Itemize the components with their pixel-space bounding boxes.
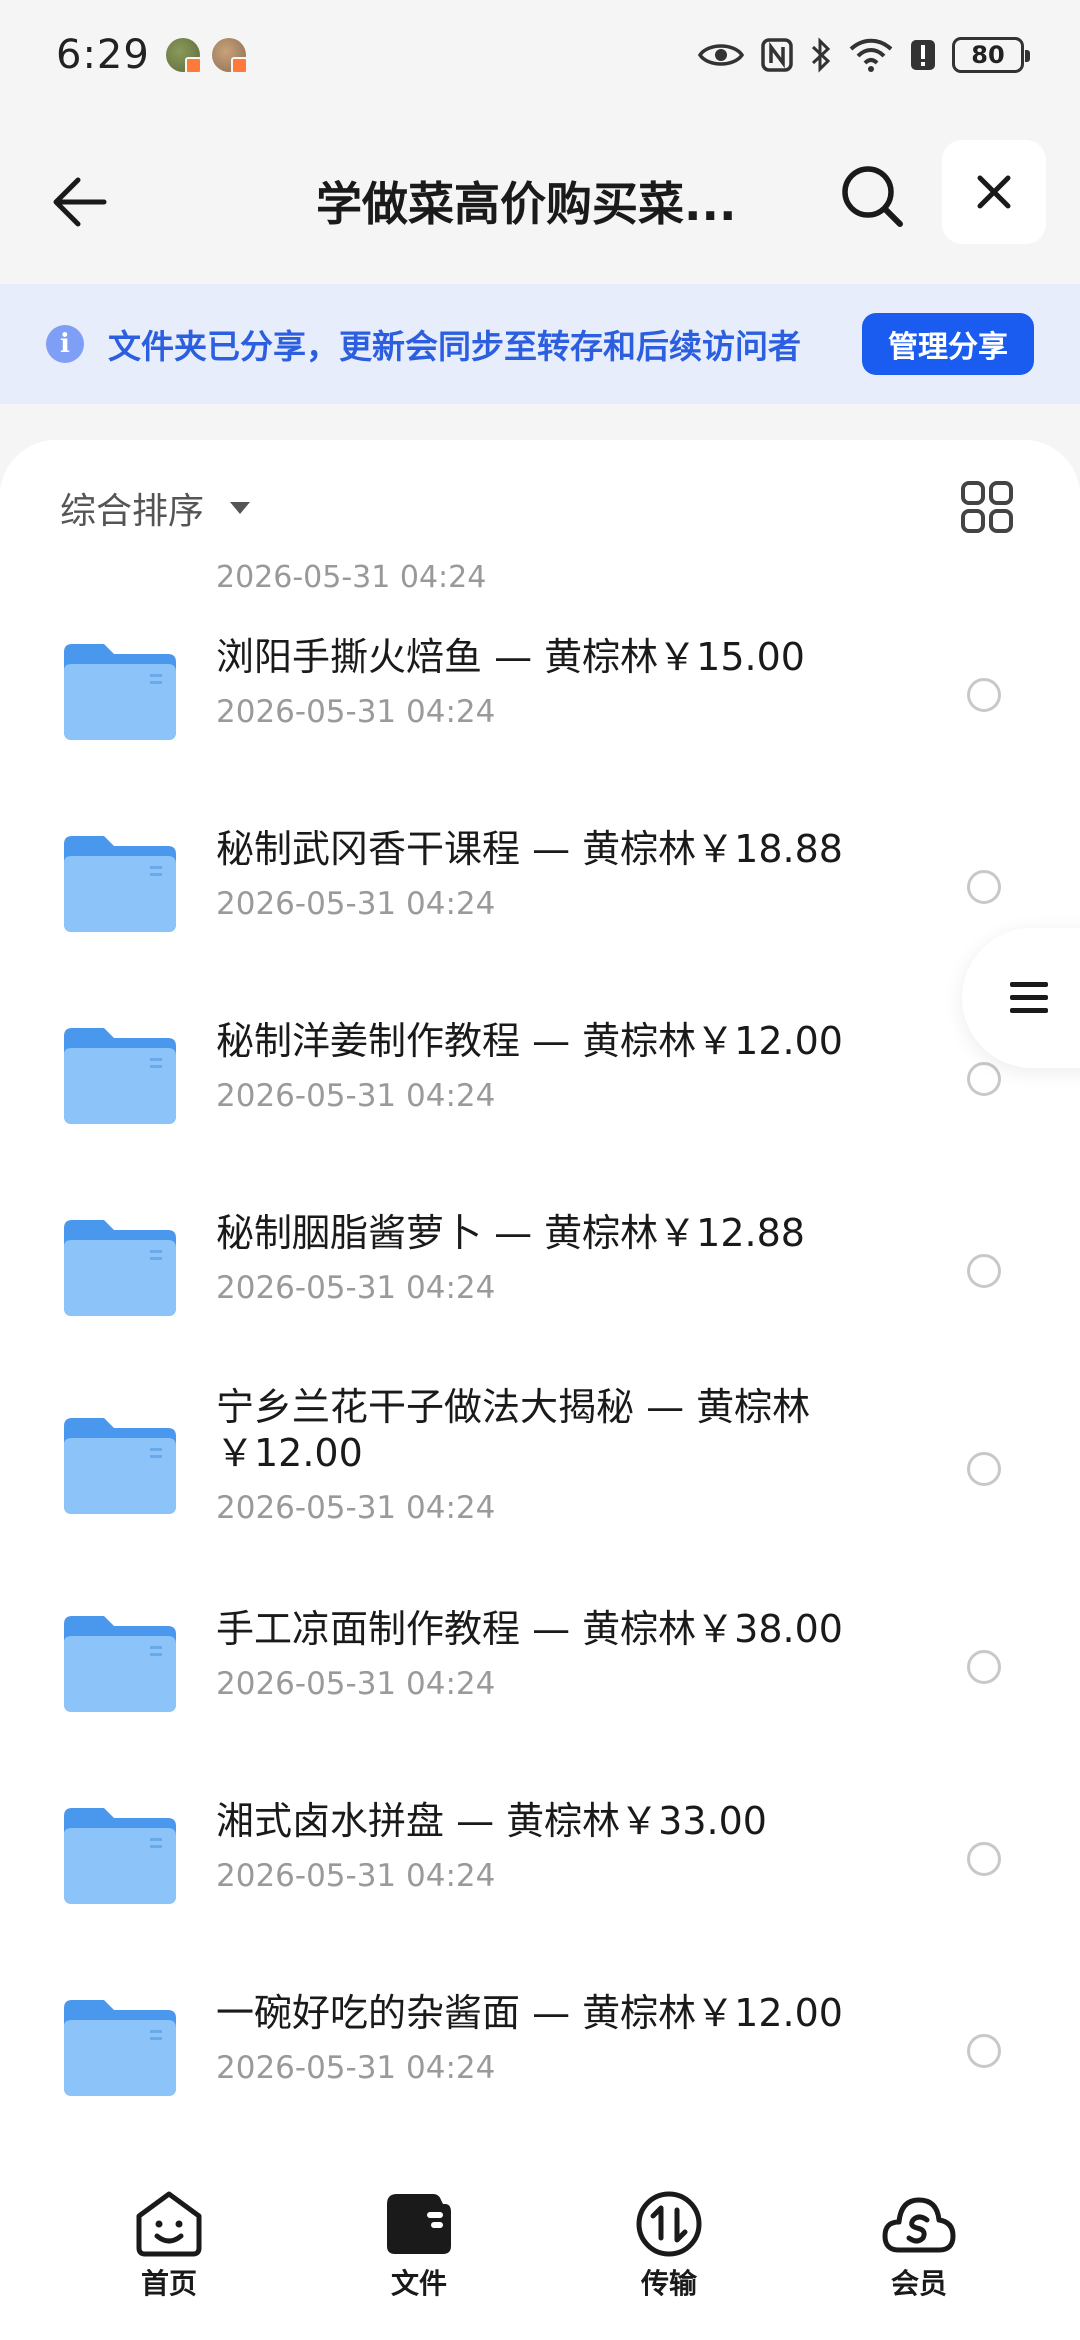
app-notification-icon [211, 38, 248, 74]
file-date: 2026-05-31 04:24 [216, 886, 496, 922]
search-icon [842, 166, 903, 227]
folder-icon [64, 2000, 176, 2096]
folder-icon [64, 1028, 176, 1124]
folder-icon [64, 836, 176, 932]
search-button[interactable] [838, 162, 906, 230]
transfer-icon [636, 2191, 702, 2257]
battery-icon: 80 [952, 37, 1030, 73]
battery-level: 80 [971, 41, 1005, 69]
nav-files[interactable]: 文件 [294, 2160, 544, 2340]
status-bar: 6:29 80 [0, 0, 1080, 110]
folder-icon [64, 1220, 176, 1316]
nfc-icon [761, 38, 793, 72]
share-status-text: 文件夹已分享，更新会同步至转存和后续访问者 [108, 327, 801, 366]
manage-share-button[interactable]: 管理分享 [862, 313, 1034, 375]
select-radio[interactable] [967, 1062, 1001, 1096]
file-name: 浏阳手撕火焙鱼 — 黄棕林￥15.00 [216, 635, 805, 679]
info-icon: i [46, 325, 84, 363]
system-status-icons: 80 [698, 37, 1030, 73]
file-name: 秘制武冈香干课程 — 黄棕林￥18.88 [216, 827, 843, 871]
select-radio[interactable] [967, 1650, 1001, 1684]
select-radio[interactable] [967, 2034, 1001, 2068]
wifi-icon [849, 38, 893, 72]
folder-icon [64, 1808, 176, 1904]
notification-icons [165, 38, 248, 74]
file-name: 宁乡兰花干子做法大揭秘 — 黄棕林￥12.00 [216, 1385, 811, 1475]
nav-label: 传输 [640, 2267, 697, 2300]
share-banner: i 文件夹已分享，更新会同步至转存和后续访问者 管理分享 [0, 284, 1080, 404]
sort-bar: 综合排序 [0, 440, 1080, 560]
status-time: 6:29 [56, 32, 150, 78]
nav-transfer[interactable]: 传输 [544, 2160, 794, 2340]
file-date: 2026-05-31 04:24 [216, 1490, 496, 1526]
select-radio[interactable] [967, 678, 1001, 712]
file-date: 2026-05-31 04:24 [216, 694, 496, 730]
file-name: 手工凉面制作教程 — 黄棕林￥38.00 [216, 1607, 843, 1651]
grid-icon [961, 481, 1013, 533]
file-name: 秘制洋姜制作教程 — 黄棕林￥12.00 [216, 1019, 843, 1063]
page-title: 学做菜高价购买菜... [316, 177, 737, 231]
eye-icon [698, 44, 744, 66]
back-button[interactable] [48, 170, 112, 234]
file-date: 2026-05-31 04:24 [216, 1078, 496, 1114]
bottom-nav: 首页 文件 传输 会员 [0, 2160, 1080, 2340]
file-date: 2026-05-31 04:24 [216, 1666, 496, 1702]
close-icon [977, 175, 1011, 209]
file-date: 2026-05-31 04:24 [216, 1858, 496, 1894]
vip-icon [882, 2197, 956, 2253]
close-button[interactable] [942, 140, 1046, 244]
folder-icon [64, 644, 176, 740]
nav-label: 文件 [390, 2267, 447, 2300]
header: 学做菜高价购买菜... [0, 140, 1080, 250]
grid-view-button[interactable] [960, 480, 1014, 534]
app-notification-icon [165, 38, 202, 74]
arrow-left-icon [53, 177, 107, 227]
alert-icon [911, 40, 935, 70]
file-list-card: 综合排序 2026-05-31 04:24 浏阳手撕火焙鱼 — 黄棕林￥15.0… [0, 440, 1080, 2160]
nav-vip[interactable]: 会员 [794, 2160, 1044, 2340]
select-radio[interactable] [967, 1452, 1001, 1486]
select-radio[interactable] [967, 1254, 1001, 1288]
file-date: 2026-05-31 04:24 [216, 560, 487, 595]
bluetooth-icon [811, 37, 831, 73]
home-icon [136, 2191, 202, 2257]
folder-icon [64, 1418, 176, 1514]
files-icon [387, 2194, 451, 2254]
select-radio[interactable] [967, 1842, 1001, 1876]
menu-icon [1010, 982, 1048, 1013]
nav-label: 首页 [140, 2267, 197, 2300]
file-name: 秘制胭脂酱萝卜 — 黄棕林￥12.88 [216, 1211, 805, 1255]
nav-home[interactable]: 首页 [44, 2160, 294, 2340]
caret-down-icon[interactable] [230, 502, 250, 514]
file-date: 2026-05-31 04:24 [216, 2050, 496, 2086]
folder-icon [64, 1616, 176, 1712]
sort-dropdown[interactable]: 综合排序 [60, 482, 204, 534]
file-name: 湘式卤水拼盘 — 黄棕林￥33.00 [216, 1799, 767, 1843]
file-date: 2026-05-31 04:24 [216, 1270, 496, 1306]
select-radio[interactable] [967, 870, 1001, 904]
file-name: 一碗好吃的杂酱面 — 黄棕林￥12.00 [216, 1991, 843, 2035]
nav-label: 会员 [890, 2267, 947, 2300]
